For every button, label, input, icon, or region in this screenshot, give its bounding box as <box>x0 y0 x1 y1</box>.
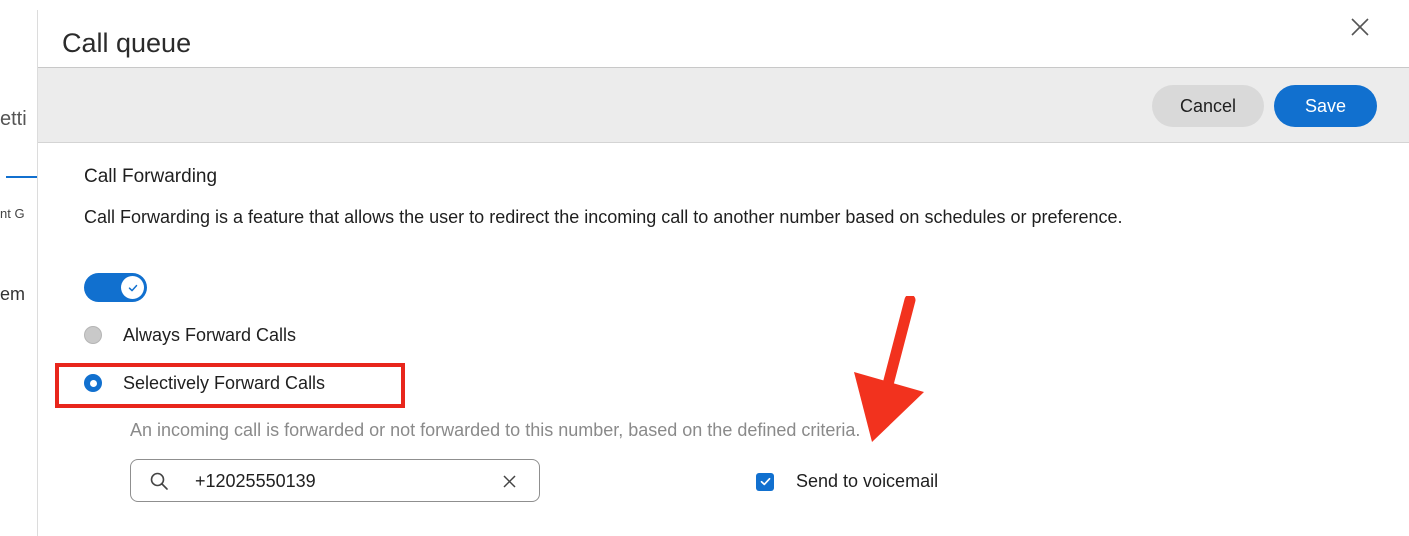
clear-icon[interactable] <box>501 473 518 490</box>
forward-number-field[interactable] <box>130 459 540 502</box>
page: etti nt G em Call queue Cancel Save Call… <box>0 0 1409 536</box>
toggle-knob <box>121 276 144 299</box>
radio-always-forward[interactable]: Always Forward Calls <box>84 323 296 347</box>
tab-fragment-text: nt G <box>0 206 25 221</box>
close-icon <box>1351 18 1369 36</box>
radio-label-selectively-forward: Selectively Forward Calls <box>123 372 326 393</box>
send-to-voicemail-option[interactable]: Send to voicemail <box>756 471 938 492</box>
check-icon <box>760 477 770 486</box>
active-tab-indicator <box>6 176 38 178</box>
helper-text: An incoming call is forwarded or not for… <box>130 420 861 440</box>
voicemail-checkbox[interactable] <box>756 472 774 491</box>
voicemail-label: Send to voicemail <box>796 471 939 491</box>
radio-selectively-forward[interactable]: Selectively Forward Calls <box>84 371 325 395</box>
radio-button-selected[interactable] <box>84 374 102 392</box>
call-forwarding-toggle[interactable] <box>84 273 147 302</box>
search-icon <box>150 472 168 490</box>
cancel-button[interactable]: Cancel <box>1152 85 1264 127</box>
settings-fragment-text: etti <box>0 108 27 130</box>
section-description: Call Forwarding is a feature that allows… <box>84 207 1123 227</box>
radio-label-always-forward: Always Forward Calls <box>123 324 297 345</box>
check-icon <box>128 284 137 291</box>
close-button[interactable] <box>1347 14 1373 40</box>
background-page-fragment: etti nt G em <box>0 0 38 536</box>
radio-button-unselected[interactable] <box>84 326 102 344</box>
item-fragment-text: em <box>0 284 26 304</box>
modal-title: Call queue <box>62 28 192 58</box>
red-arrow-annotation <box>854 296 924 442</box>
forward-number-input[interactable] <box>195 468 485 494</box>
save-button[interactable]: Save <box>1274 85 1377 127</box>
action-toolbar: Cancel Save <box>38 67 1409 143</box>
section-title: Call Forwarding <box>84 166 218 187</box>
